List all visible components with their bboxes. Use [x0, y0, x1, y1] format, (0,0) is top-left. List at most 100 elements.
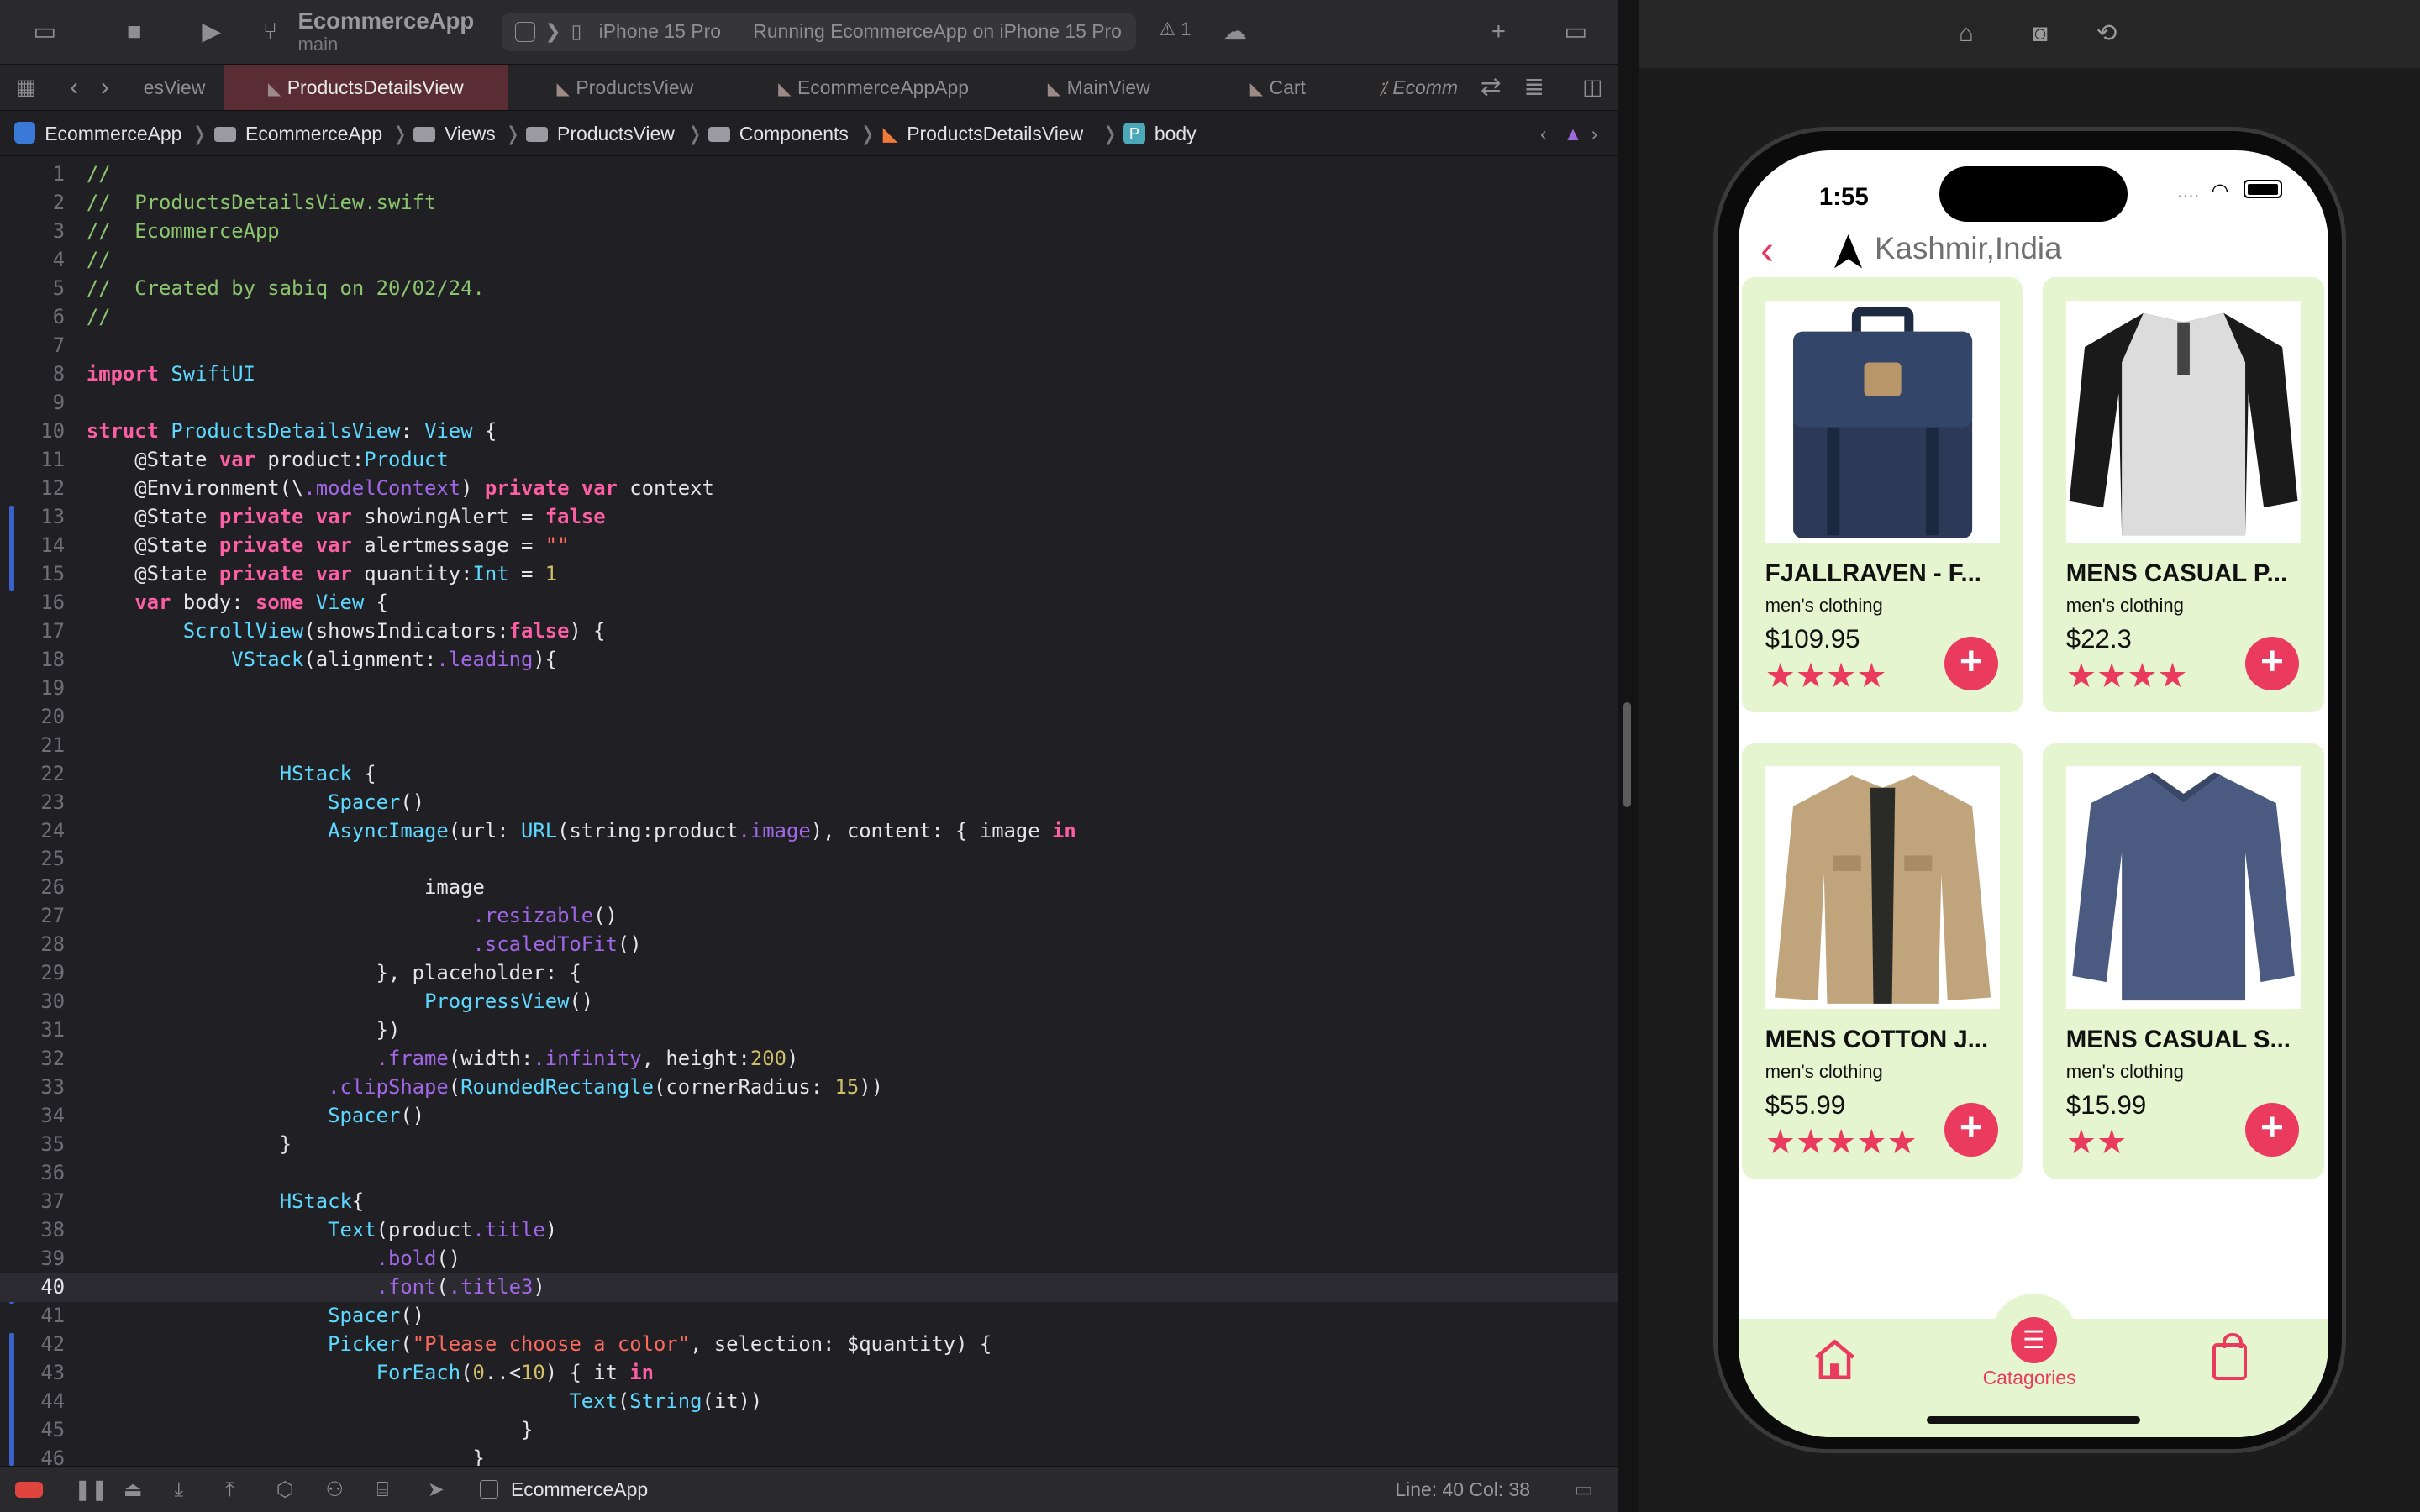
console-toggle-icon[interactable]: ▭	[1574, 1467, 1593, 1512]
line-number[interactable]: 23	[0, 789, 65, 817]
breadcrumb-group-app[interactable]: EcommerceApp	[214, 113, 382, 155]
code-line[interactable]: 9	[0, 389, 1618, 417]
line-number[interactable]: 17	[0, 617, 65, 646]
line-number[interactable]: 28	[0, 931, 65, 959]
code-line[interactable]: 3 // EcommerceApp	[0, 218, 1618, 246]
add-icon[interactable]: +	[1483, 17, 1514, 48]
code-line[interactable]: 37 HStack{	[0, 1188, 1618, 1216]
code-line[interactable]: 35 }	[0, 1131, 1618, 1159]
line-number[interactable]: 40	[0, 1273, 65, 1302]
add-to-cart-button[interactable]: +	[1944, 1102, 1998, 1157]
environment-icon[interactable]: ⌸	[376, 1467, 388, 1512]
code-line[interactable]: 25	[0, 845, 1618, 874]
code-line[interactable]: 18 VStack(alignment:.leading){	[0, 646, 1618, 675]
code-line[interactable]: 36	[0, 1159, 1618, 1188]
line-number[interactable]: 36	[0, 1159, 65, 1188]
breadcrumb-components[interactable]: Components	[708, 113, 849, 155]
tab-esview[interactable]: esView	[127, 65, 223, 110]
tab-productsview[interactable]: ◣ ProductsView	[509, 65, 741, 110]
code-line[interactable]: 20	[0, 703, 1618, 732]
line-number[interactable]: 4	[0, 246, 65, 275]
tab-ecomm[interactable]: ⁒ Ecomm	[1365, 65, 1473, 110]
line-number[interactable]: 31	[0, 1016, 65, 1045]
location-icon[interactable]: ➤	[428, 1467, 445, 1512]
tab-productsdetailsview[interactable]: ◣ ProductsDetailsView	[224, 65, 508, 111]
line-number[interactable]: 11	[0, 446, 65, 475]
line-number[interactable]: 35	[0, 1131, 65, 1159]
code-line[interactable]: 44 Text(String(it))	[0, 1388, 1618, 1416]
code-line[interactable]: 24 AsyncImage(url: URL(string:product.im…	[0, 817, 1618, 846]
line-number[interactable]: 3	[0, 218, 65, 246]
line-number[interactable]: 34	[0, 1102, 65, 1131]
project-name[interactable]: EcommerceApp	[297, 8, 474, 34]
branch-name[interactable]: main	[297, 34, 338, 55]
product-card[interactable]: MENS CASUAL S... men's clothing $15.99 ★★ +	[2043, 743, 2324, 1179]
editor-options-icon[interactable]: ≣	[1518, 72, 1549, 103]
code-line[interactable]: 32 .frame(width:.infinity, height:200)	[0, 1045, 1618, 1074]
split-divider[interactable]	[1617, 0, 1639, 1512]
back-chevron-icon[interactable]: ‹	[1760, 228, 1774, 274]
grid-icon[interactable]: ▦	[11, 72, 42, 103]
code-line[interactable]: 22 HStack {	[0, 760, 1618, 789]
code-line[interactable]: 46 }	[0, 1445, 1618, 1466]
line-number[interactable]: 29	[0, 959, 65, 988]
line-number[interactable]: 41	[0, 1302, 65, 1331]
code-line[interactable]: 5 // Created by sabiq on 20/02/24.	[0, 275, 1618, 303]
stop-icon[interactable]: ■	[118, 17, 150, 48]
product-card[interactable]: MENS CASUAL P... men's clothing $22.3 ★★★★ +	[2043, 277, 2324, 713]
code-line[interactable]: 39 .bold()	[0, 1245, 1618, 1273]
code-line[interactable]: 15 @State private var quantity:Int = 1	[0, 560, 1618, 589]
line-number[interactable]: 32	[0, 1045, 65, 1074]
code-line[interactable]: 28 .scaledToFit()	[0, 931, 1618, 959]
code-line[interactable]: 12 @Environment(\.modelContext) private …	[0, 475, 1618, 503]
code-line[interactable]: 29 }, placeholder: {	[0, 959, 1618, 988]
line-number[interactable]: 15	[0, 560, 65, 589]
code-line[interactable]: 26 image	[0, 874, 1618, 902]
code-line[interactable]: 34 Spacer()	[0, 1102, 1618, 1131]
code-line[interactable]: 21	[0, 732, 1618, 760]
code-line[interactable]: 27 .resizable()	[0, 902, 1618, 931]
tab-cart[interactable]: ◣ Cart	[1193, 65, 1363, 110]
line-number[interactable]: 7	[0, 332, 65, 360]
line-number[interactable]: 42	[0, 1331, 65, 1359]
code-line[interactable]: 42 Picker("Please choose a color", selec…	[0, 1331, 1618, 1359]
line-number[interactable]: 1	[0, 160, 65, 189]
breadcrumb-symbol[interactable]: Pbody	[1123, 113, 1197, 155]
step-into-icon[interactable]: ⤓	[175, 1467, 184, 1512]
run-icon[interactable]: ▶	[196, 17, 227, 48]
line-number[interactable]: 44	[0, 1388, 65, 1416]
line-number[interactable]: 26	[0, 874, 65, 902]
code-line[interactable]: 13 @State private var showingAlert = fal…	[0, 503, 1618, 532]
warning-indicator[interactable]: ⚠ 1	[1159, 18, 1191, 40]
line-number[interactable]: 6	[0, 303, 65, 332]
tab-mainview[interactable]: ◣ MainView	[1007, 65, 1192, 110]
breadcrumb-productsview[interactable]: ProductsView	[526, 113, 675, 155]
code-line[interactable]: 11 @State var product:Product	[0, 446, 1618, 475]
line-number[interactable]: 9	[0, 389, 65, 417]
line-number[interactable]: 25	[0, 845, 65, 874]
code-line[interactable]: 7	[0, 332, 1618, 360]
code-line[interactable]: 45 }	[0, 1416, 1618, 1445]
bag-icon[interactable]	[2212, 1332, 2247, 1381]
home-icon[interactable]: ⌂	[1951, 18, 1982, 50]
scheme-selector[interactable]: ❯ ▯ iPhone 15 Pro Running EcommerceApp o…	[501, 12, 1136, 51]
cloud-icon[interactable]: ☁	[1219, 17, 1250, 48]
step-over-icon[interactable]: ⏏	[124, 1467, 143, 1512]
breadcrumb-file[interactable]: ◣ ProductsDetailsView	[883, 113, 1084, 155]
line-number[interactable]: 12	[0, 475, 65, 503]
memory-graph-icon[interactable]: ⚇	[326, 1467, 344, 1512]
code-line[interactable]: 14 @State private var alertmessage = ""	[0, 532, 1618, 560]
line-number[interactable]: 8	[0, 360, 65, 389]
code-line[interactable]: 33 .clipShape(RoundedRectangle(cornerRad…	[0, 1074, 1618, 1102]
resize-handle[interactable]	[1623, 701, 1632, 807]
code-line[interactable]: 43 ForEach(0..<10) { it in	[0, 1359, 1618, 1388]
line-number[interactable]: 39	[0, 1245, 65, 1273]
line-number[interactable]: 22	[0, 760, 65, 789]
breadcrumb-views[interactable]: Views	[413, 113, 496, 155]
line-number[interactable]: 2	[0, 189, 65, 218]
step-out-icon[interactable]: ⤒	[225, 1467, 234, 1512]
code-line[interactable]: 1 //	[0, 160, 1618, 189]
line-number[interactable]: 16	[0, 589, 65, 617]
code-line[interactable]: 41 Spacer()	[0, 1302, 1618, 1331]
breadcrumb-project[interactable]: EcommerceApp	[13, 113, 182, 155]
